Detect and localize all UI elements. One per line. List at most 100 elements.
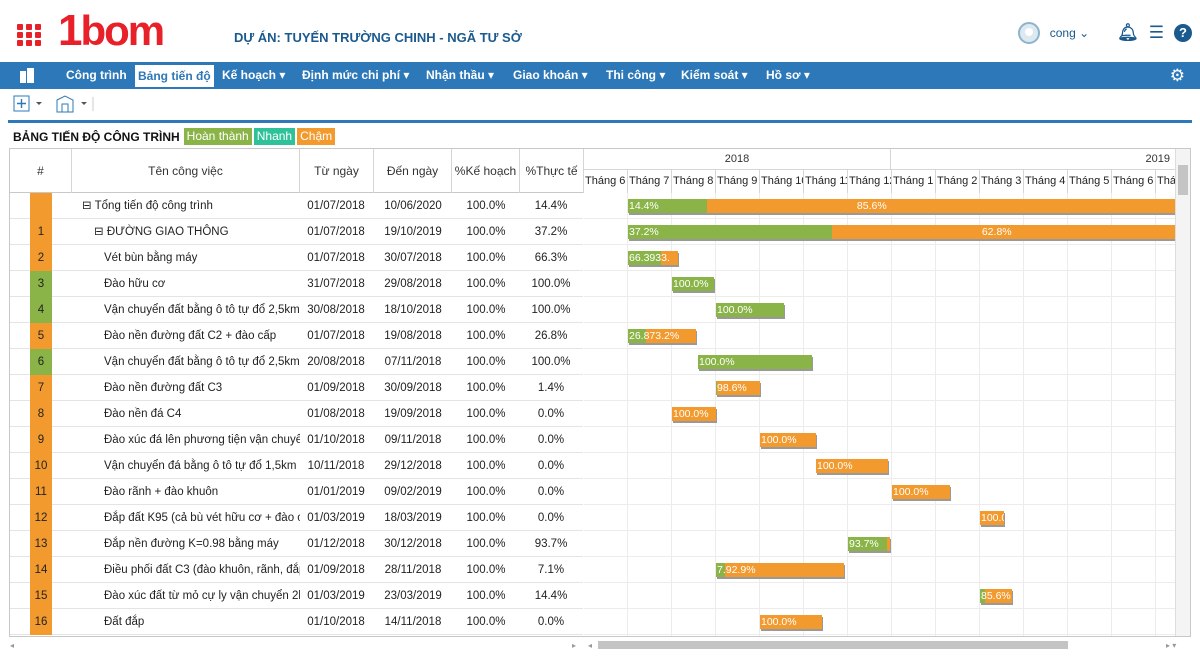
row-index: 6 [30,349,52,375]
task-name[interactable]: Vận chuyển đất bằng ô tô tự đổ 2,5km [72,297,300,323]
task-plan: 100.0% [466,356,506,368]
help-icon[interactable]: ? [1174,24,1192,42]
logo-grid-icon[interactable] [17,24,43,46]
task-name[interactable]: Đào nền đường đất C3 [72,375,300,401]
row-index: 3 [30,271,52,297]
table-row[interactable]: 1 ⊟ ĐƯỜNG GIAO THÔNG 01/07/2018 19/10/2019 1… [10,219,583,245]
table-row[interactable]: 13 Đắp nền đường K=0.98 bằng máy 01/12/201… [10,531,583,557]
toolbar [0,89,1200,119]
table-row[interactable]: 6 Vận chuyển đất bằng ô tô tự đổ 2,5km 20/… [10,349,583,375]
table-row[interactable]: 16 Đất đắp 01/10/2018 14/11/2018 100.0% 0.0% [10,609,583,635]
building-icon[interactable] [20,68,34,83]
task-from: 20/08/2018 [307,356,365,368]
table-row[interactable]: 12 Đắp đất K95 (cả bù vét hữu cơ + đào cấ… [10,505,583,531]
nav-cong-trinh[interactable]: Công trình [66,62,127,89]
gantt-bar[interactable]: 100.0 [980,511,1004,525]
table-row[interactable]: 10 Vận chuyển đá bằng ô tô tự đổ 1,5km 10/… [10,453,583,479]
user-menu[interactable]: cong ⌄ [1050,26,1089,40]
nav-ke-hoach[interactable]: Kế hoạch ▾ [222,62,285,89]
nav-nhan-thau[interactable]: Nhận thầu ▾ [426,62,494,89]
table-row[interactable]: 3 Đào hữu cơ 31/07/2018 29/08/2018 100.0% 100… [10,271,583,297]
col-index[interactable]: # [10,149,72,193]
scroll-right-icon[interactable]: ▸ [572,641,576,650]
gantt-bar[interactable]: 100.0% [672,407,716,421]
task-name[interactable]: Đào xúc đá lên phương tiện vận chuyển [72,427,300,453]
gantt-bar[interactable]: 100.0% [760,615,822,629]
table-row[interactable]: 15 Đào xúc đất từ mỏ cự ly vận chuyển 2km… [10,583,583,609]
task-name[interactable]: ⊟ ĐƯỜNG GIAO THÔNG [72,219,300,245]
task-name[interactable]: Đào hữu cơ [72,271,300,297]
gantt-scroll-right-icon[interactable]: ▸ ▾ [1166,641,1176,650]
task-to: 09/11/2018 [384,434,442,446]
table-row[interactable]: 4 Vận chuyển đất bằng ô tô tự đổ 2,5km 30/… [10,297,583,323]
task-plan: 100.0% [466,538,506,550]
nav-thi-cong[interactable]: Thi công ▾ [606,62,665,89]
gantt-bar[interactable]: 98.6% [716,381,760,395]
task-actual: 0.0% [537,512,565,524]
gantt-bar[interactable]: 100.0% [892,485,950,499]
scroll-left-icon[interactable]: ◂ [10,641,14,650]
task-name[interactable]: Vận chuyển đất bằng ô tô tự đổ 2,5km [72,349,300,375]
task-name[interactable]: Đắp nền đường K=0.98 bằng máy [72,531,300,557]
gantt-scroll-thumb[interactable] [598,641,1068,649]
task-name[interactable]: Đắp đất K95 (cả bù vét hữu cơ + đào cấp) [72,505,300,531]
task-actual: 0.0% [537,434,565,446]
col-plan[interactable]: %Kế hoạch [452,149,520,193]
nav-kiem-soat[interactable]: Kiểm soát ▾ [681,62,748,89]
nav-giao-khoan[interactable]: Giao khoán ▾ [513,62,588,89]
scroll-thumb[interactable] [1178,165,1188,195]
gear-icon[interactable]: ⚙ [1170,66,1185,86]
vertical-scrollbar[interactable] [1175,149,1190,636]
nav-dinh-muc-chi-phi[interactable]: Định mức chi phí ▾ [302,62,409,89]
avatar[interactable] [1017,22,1040,44]
gantt-chart[interactable]: 14.4% 85.6% 37.2% 62.8% 66.3933. 100.0% 100.0%… [584,193,1176,636]
task-name[interactable]: Đào rãnh + đào khuôn [72,479,300,505]
table-row[interactable]: 14 Điều phối đất C3 (đào khuôn, rãnh, đắp… [10,557,583,583]
task-name[interactable]: Vận chuyển đá bằng ô tô tự đổ 1,5km [72,453,300,479]
gantt-bar-label: 37.2% [629,226,659,238]
horizontal-scrollbar[interactable]: ◂ ▸ ◂ ▸ ▾ [0,638,1200,652]
gantt-scroll-left-icon[interactable]: ◂ [588,641,592,650]
gantt-bar[interactable]: 66.3933. [628,251,678,265]
task-plan: 100.0% [466,330,506,342]
col-name[interactable]: Tên công việc [72,149,300,193]
table-row[interactable]: ⊟ Tổng tiến độ công trình 01/07/2018 10/06… [10,193,583,219]
col-to[interactable]: Đến ngày [374,149,452,193]
table-row[interactable]: 11 Đào rãnh + đào khuôn 01/01/2019 09/02/20… [10,479,583,505]
gantt-bar[interactable]: 7.92.9% [716,563,844,577]
row-index: 9 [30,427,52,453]
gantt-bar[interactable]: 100.0% [698,355,812,369]
main-nav: Công trình Bảng tiến độ Kế hoạch ▾ Định … [0,62,1200,89]
bell-icon[interactable]: 🔔︎ [1117,23,1139,43]
task-list-icon[interactable]: ☰ [1149,23,1164,43]
gantt-bar[interactable]: 100.0% [760,433,816,447]
gantt-bar[interactable]: 100.0% [672,277,714,291]
task-name[interactable]: Vét bùn bằng máy [72,245,300,271]
add-button[interactable] [13,95,47,113]
gantt-bar[interactable]: 93.7% [848,537,890,551]
gantt-bar[interactable]: 14.4% 85.6% [628,199,1176,213]
gantt-bar[interactable]: 85.6% [980,589,1012,603]
nav-ho-so[interactable]: Hồ sơ ▾ [766,62,810,89]
col-from[interactable]: Từ ngày [300,149,374,193]
task-to: 28/11/2018 [384,564,442,576]
table-row[interactable]: 2 Vét bùn bằng máy 01/07/2018 30/07/2018 100… [10,245,583,271]
gantt-bar[interactable]: 26.873.2% [628,329,696,343]
table-row[interactable]: 9 Đào xúc đá lên phương tiện vận chuyển 01… [10,427,583,453]
task-name[interactable]: Điều phối đất C3 (đào khuôn, rãnh, đắp) [72,557,300,583]
import-button[interactable] [55,95,95,113]
task-name[interactable]: Đào nền đá C4 [72,401,300,427]
table-row[interactable]: 5 Đào nền đường đất C2 + đào cấp 01/07/201… [10,323,583,349]
nav-bang-tien-do[interactable]: Bảng tiến độ [134,64,215,88]
task-name[interactable]: Đào xúc đất từ mỏ cự ly vận chuyển 2km [72,583,300,609]
logo[interactable]: 1bom [58,6,165,56]
table-row[interactable]: 8 Đào nền đá C4 01/08/2018 19/09/2018 100.0%… [10,401,583,427]
task-name[interactable]: Đất đắp [72,609,300,635]
col-actual[interactable]: %Thực tế [520,149,584,193]
gantt-bar[interactable]: 100.0% [816,459,888,473]
task-name[interactable]: Đào nền đường đất C2 + đào cấp [72,323,300,349]
task-name[interactable]: ⊟ Tổng tiến độ công trình [72,193,300,219]
gantt-bar[interactable]: 37.2% 62.8% [628,225,1176,239]
gantt-bar[interactable]: 100.0% [716,303,784,317]
table-row[interactable]: 7 Đào nền đường đất C3 01/09/2018 30/09/201… [10,375,583,401]
